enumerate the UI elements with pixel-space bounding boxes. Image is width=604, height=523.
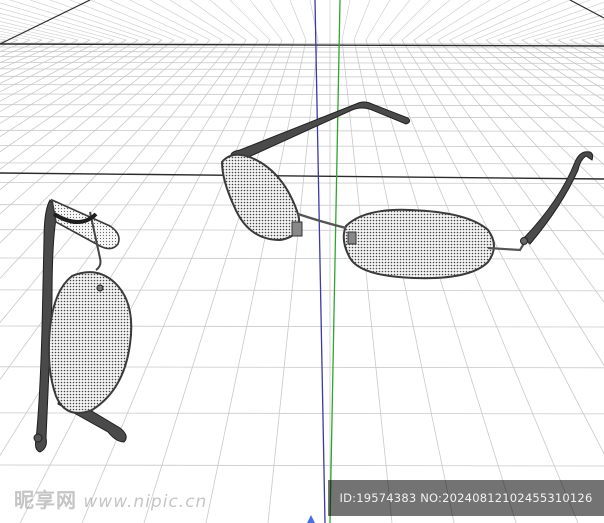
grid-line: [365, 0, 391, 41]
grid-line: [0, 104, 604, 107]
grid-line: [0, 39, 43, 58]
grid-line: [9, 0, 139, 41]
grid-line: [497, 39, 604, 114]
grid-line: [169, 0, 235, 41]
grid-line: [0, 182, 604, 184]
temple-tip-side: [33, 433, 43, 443]
grid-line: [557, 39, 604, 64]
grid-line: [425, 0, 491, 41]
grid-line: [289, 0, 307, 41]
grid-line: [437, 0, 511, 41]
grid-line: [353, 0, 371, 41]
grid-line: [0, 464, 604, 467]
grid-line: [401, 39, 604, 366]
grid-line: [485, 0, 591, 41]
grid-line: [205, 39, 307, 523]
grid-line: [377, 0, 411, 41]
watermark-id-text: ID:19574383 NO:20240812102455310126: [339, 491, 593, 505]
hinge-screw: [520, 237, 528, 245]
sunglasses-side-model[interactable]: [33, 198, 133, 453]
grid-line: [413, 39, 604, 303]
grid-line: [229, 0, 271, 41]
watermark-brand-url: www.nipic.cn: [83, 492, 208, 512]
nose-bridge: [297, 212, 347, 230]
grid-line: [389, 0, 431, 41]
watermark-id-strip: ID:19574383 NO:20240812102455310126: [328, 480, 604, 516]
grid-line: [0, 39, 67, 70]
ground-grid: [0, 0, 604, 523]
grid-line: [0, 75, 604, 78]
lens-left: [220, 153, 301, 242]
grid-line: [0, 93, 604, 96]
grid-line: [353, 39, 455, 523]
grid-line: [0, 39, 235, 324]
grid-line: [0, 162, 604, 165]
lens-side-top: [50, 198, 120, 250]
lens-right: [342, 208, 495, 280]
grid-line: [267, 39, 319, 523]
scene-canvas[interactable]: [0, 0, 604, 523]
watermark-brand-cn: 昵享网: [14, 488, 77, 512]
grid-line: [0, 2, 127, 41]
grid-line: [341, 0, 351, 41]
grid-line: [89, 0, 187, 41]
grid-line: [509, 39, 604, 102]
grid-major-line: [0, 172, 604, 180]
grid-line: [0, 39, 31, 53]
grid-line: [401, 0, 451, 41]
grid-line: [249, 0, 283, 41]
grid-line: [521, 39, 604, 90]
grid-line: [461, 0, 551, 41]
grid-line: [109, 0, 199, 41]
grid-line: [209, 0, 259, 41]
grid-line: [473, 0, 571, 41]
grid-line: [0, 62, 604, 64]
nose-pad: [347, 231, 357, 245]
grid-line: [377, 39, 579, 523]
grid-line: [309, 0, 319, 41]
grid-line: [0, 204, 604, 207]
grid-line: [0, 257, 604, 260]
grid-major-line: [569, 0, 604, 19]
grid-line: [497, 1, 604, 41]
axis-y-line: [314, 0, 326, 523]
grid-line: [389, 39, 604, 455]
grid-line: [569, 39, 604, 57]
temple-arm-right: [523, 151, 594, 245]
grid-line: [545, 39, 604, 72]
lens-side-main: [47, 271, 133, 414]
origin-marker-icon: [307, 515, 315, 523]
sunglasses-front-model[interactable]: [220, 101, 594, 280]
grid-line: [521, 14, 604, 41]
grid-line: [581, 39, 604, 51]
hinge-screw-side: [96, 284, 104, 292]
grid-line: [461, 39, 604, 166]
axis-z-line: [329, 0, 341, 523]
grid-line: [0, 12, 103, 41]
grid-line: [449, 39, 604, 190]
grid-line: [269, 0, 295, 41]
grid-line: [0, 46, 604, 49]
grid-line: [509, 8, 604, 41]
watermark-brand: 昵享网 www.nipic.cn: [14, 484, 207, 513]
3d-viewport[interactable]: 昵享网 www.nipic.cn ID:19574383 NO:20240812…: [0, 0, 604, 523]
grid-line: [437, 39, 604, 219]
grid-line: [149, 0, 223, 41]
nose-pad: [291, 221, 303, 237]
grid-line: [143, 39, 295, 523]
grid-line: [69, 0, 175, 41]
